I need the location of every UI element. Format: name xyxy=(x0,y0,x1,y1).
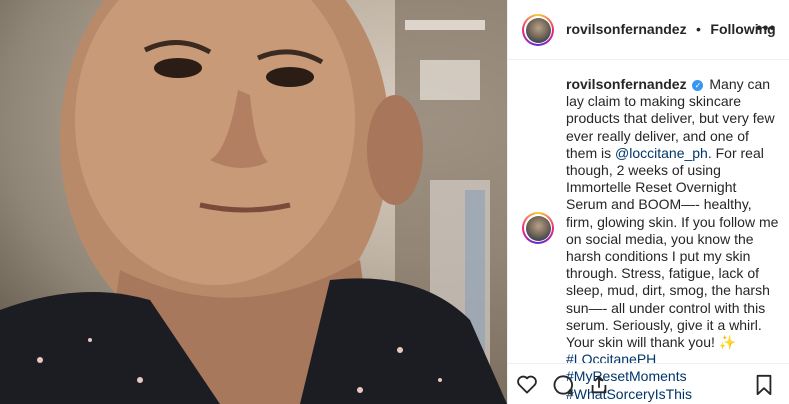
portrait-image xyxy=(0,0,507,404)
heart-icon[interactable] xyxy=(516,374,538,399)
follow-separator: • xyxy=(696,21,701,37)
caption-username[interactable]: rovilsonfernandez xyxy=(566,76,687,92)
post-caption: rovilsonfernandez ✓ Many can lay claim t… xyxy=(566,76,780,403)
action-bar xyxy=(508,363,789,404)
more-options-icon[interactable]: ••• xyxy=(756,20,776,38)
comment-icon[interactable] xyxy=(552,374,574,401)
post-photo[interactable] xyxy=(0,0,507,404)
sparkles-emoji: ✨ xyxy=(718,334,737,351)
bookmark-icon[interactable] xyxy=(754,374,774,401)
avatar-image xyxy=(525,215,551,241)
instagram-post: rovilsonfernandez • Following ••• rovils… xyxy=(0,0,789,404)
header-meta: rovilsonfernandez • Following xyxy=(566,21,776,39)
author-username[interactable]: rovilsonfernandez xyxy=(566,21,687,37)
verified-badge-icon: ✓ xyxy=(692,80,704,91)
caption-avatar[interactable] xyxy=(522,212,554,244)
avatar-image xyxy=(525,17,551,43)
author-avatar[interactable] xyxy=(522,14,554,46)
share-icon[interactable] xyxy=(588,374,610,401)
post-header: rovilsonfernandez • Following ••• xyxy=(508,0,789,60)
mention-link[interactable]: @loccitane_ph xyxy=(615,145,708,161)
caption-text-2: . For real though, 2 weeks of using Immo… xyxy=(566,144,779,351)
post-side-panel: rovilsonfernandez • Following ••• rovils… xyxy=(507,0,789,404)
